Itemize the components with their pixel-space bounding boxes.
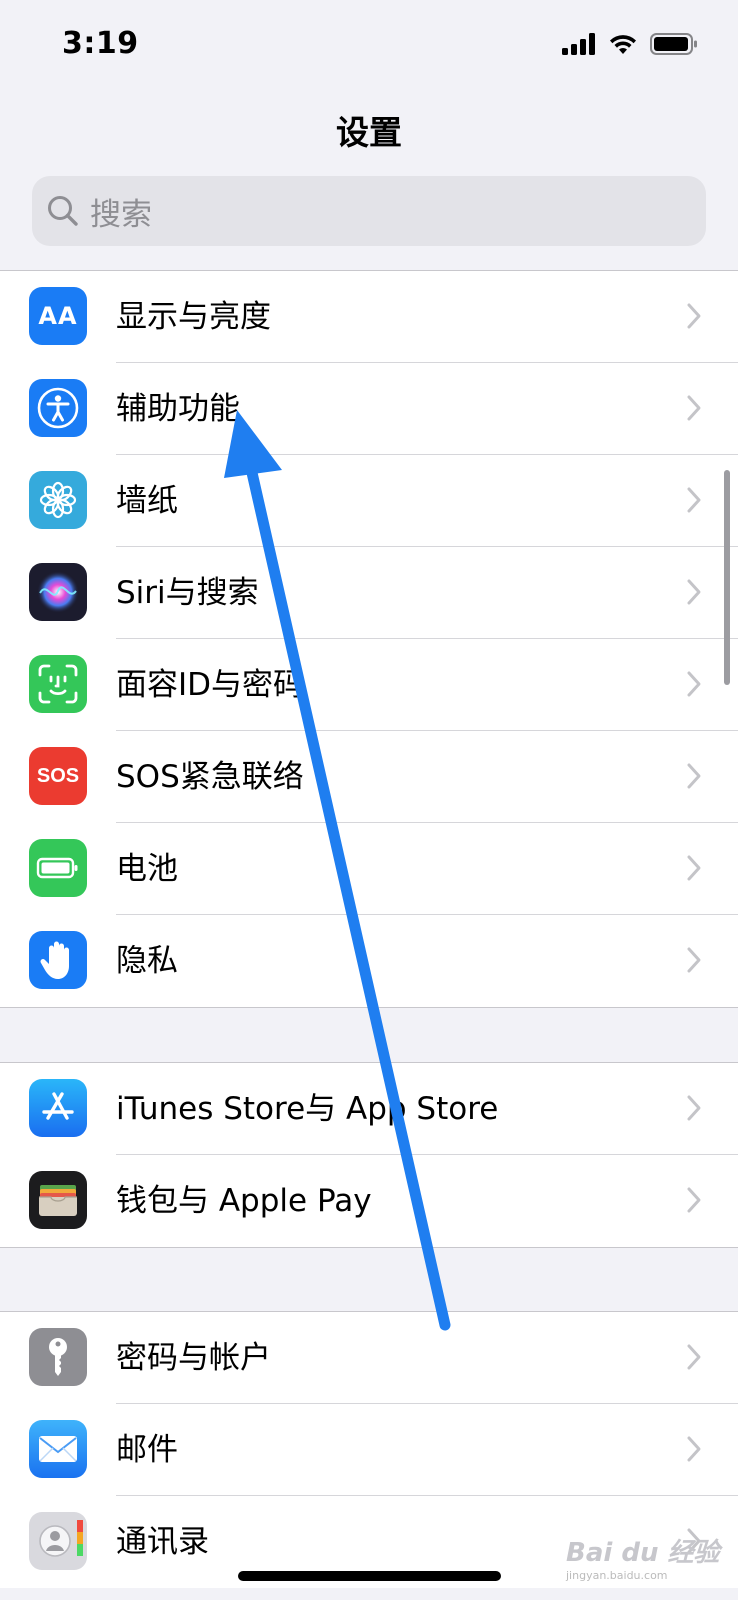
settings-row-accessibility[interactable]: 辅助功能 <box>0 363 738 455</box>
search-placeholder: 搜索 <box>90 196 152 233</box>
chevron-right-icon <box>687 1344 701 1370</box>
chevron-right-icon <box>687 1095 701 1121</box>
settings-row-label: 密码与帐户 <box>116 1340 271 1376</box>
battery-status-icon <box>650 33 697 55</box>
contacts-icon <box>29 1512 87 1570</box>
page-title: 设置 <box>336 113 402 152</box>
settings-row-label: 电池 <box>116 851 178 887</box>
cellular-signal-icon <box>562 33 595 55</box>
settings-row-display[interactable]: AA 显示与亮度 <box>0 271 738 363</box>
sos-icon: SOS <box>29 747 87 805</box>
chevron-right-icon <box>687 303 701 329</box>
watermark-brand: Bai du 经验 <box>566 1538 720 1568</box>
settings-row-privacy[interactable]: 隐私 <box>0 915 738 1007</box>
wallet-icon <box>29 1171 87 1229</box>
settings-row-passwords[interactable]: 密码与帐户 <box>0 1312 738 1404</box>
settings-row-sos[interactable]: SOS SOS紧急联络 <box>0 731 738 823</box>
settings-row-label: 显示与亮度 <box>116 299 271 335</box>
settings-row-wallpaper[interactable]: 墙纸 <box>0 455 738 547</box>
settings-row-app-store[interactable]: iTunes Store与 App Store <box>0 1063 738 1155</box>
battery-icon <box>29 839 87 897</box>
chevron-right-icon <box>687 763 701 789</box>
display-brightness-icon: AA <box>29 287 87 345</box>
chevron-right-icon <box>687 947 701 973</box>
scroll-indicator[interactable] <box>724 470 730 685</box>
chevron-right-icon <box>687 671 701 697</box>
privacy-hand-icon <box>29 931 87 989</box>
wifi-icon <box>610 35 636 54</box>
settings-row-face-id[interactable]: 面容ID与密码 <box>0 639 738 731</box>
settings-row-label: iTunes Store与 App Store <box>116 1091 499 1127</box>
watermark-logo: Bai du 经验 jingyan.baidu.com <box>566 1532 720 1582</box>
status-time: 3:19 <box>62 26 139 61</box>
chevron-right-icon <box>687 1436 701 1462</box>
settings-row-label: 邮件 <box>116 1432 178 1468</box>
chevron-right-icon <box>687 1187 701 1213</box>
accessibility-icon <box>29 379 87 437</box>
settings-row-siri[interactable]: Siri与搜索 <box>0 547 738 639</box>
settings-row-wallet[interactable]: 钱包与 Apple Pay <box>0 1155 738 1247</box>
mail-icon <box>29 1420 87 1478</box>
siri-icon <box>29 563 87 621</box>
chevron-right-icon <box>687 487 701 513</box>
search-field[interactable]: 搜索 <box>32 176 706 246</box>
settings-row-label: 隐私 <box>116 943 178 979</box>
wallpaper-flower-icon <box>29 471 87 529</box>
settings-row-label: 面容ID与密码 <box>116 667 305 703</box>
chevron-right-icon <box>687 395 701 421</box>
app-store-icon <box>29 1079 87 1137</box>
search-icon <box>48 196 78 226</box>
settings-row-mail[interactable]: 邮件 <box>0 1404 738 1496</box>
home-indicator[interactable] <box>238 1571 501 1581</box>
settings-row-label: 钱包与 Apple Pay <box>116 1183 372 1219</box>
chevron-right-icon <box>687 855 701 881</box>
settings-row-label: 通讯录 <box>116 1524 209 1560</box>
key-icon <box>29 1328 87 1386</box>
watermark-url: jingyan.baidu.com <box>566 1569 668 1582</box>
settings-group-1: AA 显示与亮度 辅助功能 墙纸 Siri与搜索 面容ID与密码 SOS SOS… <box>0 270 738 1008</box>
settings-row-label: 墙纸 <box>116 483 178 519</box>
settings-row-label: 辅助功能 <box>116 391 240 427</box>
chevron-right-icon <box>687 579 701 605</box>
face-id-icon <box>29 655 87 713</box>
status-icons <box>562 33 698 55</box>
settings-group-2: iTunes Store与 App Store 钱包与 Apple Pay <box>0 1062 738 1248</box>
settings-row-label: SOS紧急联络 <box>116 759 304 795</box>
settings-row-battery[interactable]: 电池 <box>0 823 738 915</box>
settings-row-label: Siri与搜索 <box>116 575 259 611</box>
status-bar: 3:19 <box>0 0 738 90</box>
